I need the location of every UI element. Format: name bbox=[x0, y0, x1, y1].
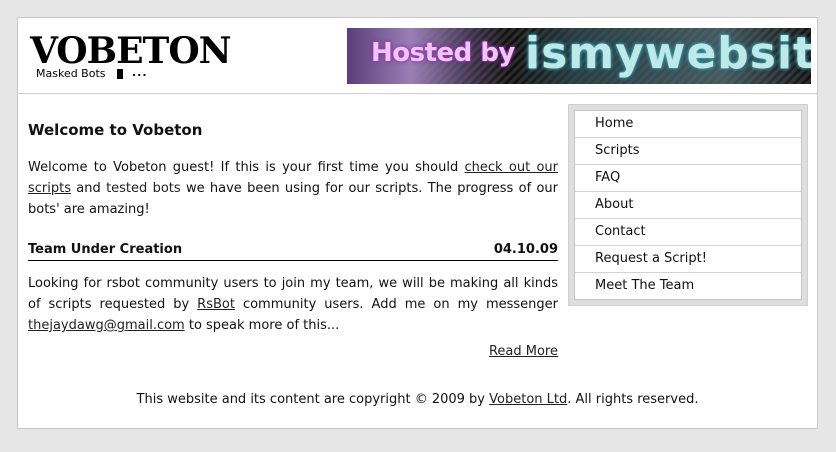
nav-item-request-script[interactable]: Request a Script! bbox=[575, 246, 801, 273]
logo-tagline: Masked Bots bbox=[36, 67, 106, 80]
banner-site-name: ismywebsite bbox=[525, 28, 811, 79]
page-title: Welcome to Vobeton bbox=[28, 121, 203, 139]
site-footer: This website and its content are copyrig… bbox=[18, 391, 817, 409]
site-logo[interactable]: VOBETON Masked Bots ... bbox=[30, 32, 232, 84]
site-header: VOBETON Masked Bots ... Hosted by ismywe… bbox=[18, 18, 817, 94]
post-date: 04.10.09 bbox=[493, 242, 558, 257]
post-text-3: to speak more of this... bbox=[184, 318, 340, 333]
page-container: VOBETON Masked Bots ... Hosted by ismywe… bbox=[17, 17, 818, 429]
nav-menu: Home Scripts FAQ About Contact Request a… bbox=[574, 110, 802, 300]
footer-company-link[interactable]: Vobeton Ltd bbox=[489, 392, 567, 407]
rsbot-link[interactable]: RsBot bbox=[197, 297, 235, 312]
tested-bots-text: tested bots bbox=[106, 181, 181, 196]
read-more-link[interactable]: Read More bbox=[489, 344, 558, 359]
post-title: Team Under Creation bbox=[28, 242, 183, 257]
read-more-row: Read More bbox=[28, 343, 558, 361]
post-text-2: community users. Add me on my messenger bbox=[234, 297, 558, 312]
banner-hosted-by-text: Hosted by bbox=[371, 38, 515, 68]
nav-item-faq[interactable]: FAQ bbox=[575, 165, 801, 192]
footer-text-2: . All rights reserved. bbox=[567, 392, 699, 407]
post-body: Looking for rsbot community users to joi… bbox=[28, 273, 558, 336]
intro-text-2: and bbox=[71, 181, 107, 196]
nav-item-meet-team[interactable]: Meet The Team bbox=[575, 273, 801, 299]
nav-item-contact[interactable]: Contact bbox=[575, 219, 801, 246]
email-link[interactable]: thejaydawg@gmail.com bbox=[28, 318, 185, 333]
hosting-banner[interactable]: Hosted by ismywebsite bbox=[347, 28, 811, 84]
logo-dots: ... bbox=[132, 66, 148, 79]
intro-paragraph: Welcome to Vobeton guest! If this is you… bbox=[28, 157, 558, 220]
nav-item-scripts[interactable]: Scripts bbox=[575, 138, 801, 165]
footer-text-1: This website and its content are copyrig… bbox=[136, 392, 490, 407]
intro-text-1: Welcome to Vobeton guest! If this is you… bbox=[28, 160, 465, 175]
logo-mark-bar bbox=[117, 69, 123, 79]
logo-wordmark: VOBETON bbox=[30, 30, 232, 72]
nav-item-about[interactable]: About bbox=[575, 192, 801, 219]
sidebar: Home Scripts FAQ About Contact Request a… bbox=[568, 104, 808, 306]
post-header: Team Under Creation 04.10.09 bbox=[28, 242, 558, 261]
nav-item-home[interactable]: Home bbox=[575, 111, 801, 138]
